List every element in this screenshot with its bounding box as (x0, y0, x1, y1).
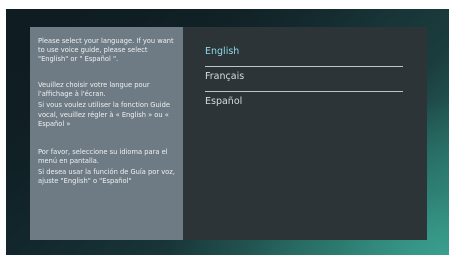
language-option-english[interactable]: English (205, 43, 403, 67)
language-option-spanish[interactable]: Español (205, 93, 403, 117)
instructions-panel: Please select your language. If you want… (30, 27, 183, 240)
language-option-label: Español (205, 96, 243, 107)
language-option-label: Français (205, 71, 245, 82)
language-option-label: English (205, 46, 240, 57)
instruction-spanish-language: Por favor, seleccione su idioma para el … (38, 147, 168, 165)
language-selection-dialog: Please select your language. If you want… (30, 27, 427, 240)
language-option-french[interactable]: Français (205, 68, 403, 92)
instruction-french-voice-guide: Si vous voulez utiliser la fonction Guid… (38, 101, 170, 128)
instruction-spanish-voice-guide: Si desea usar la función de Guía por voz… (38, 167, 175, 186)
language-list: English Français Español (183, 27, 427, 240)
tv-screen: Please select your language. If you want… (6, 9, 449, 255)
instruction-english: Please select your language. If you want… (38, 37, 174, 64)
instruction-french-language: Veuillez choisir votre langue pour l'aff… (38, 81, 150, 99)
